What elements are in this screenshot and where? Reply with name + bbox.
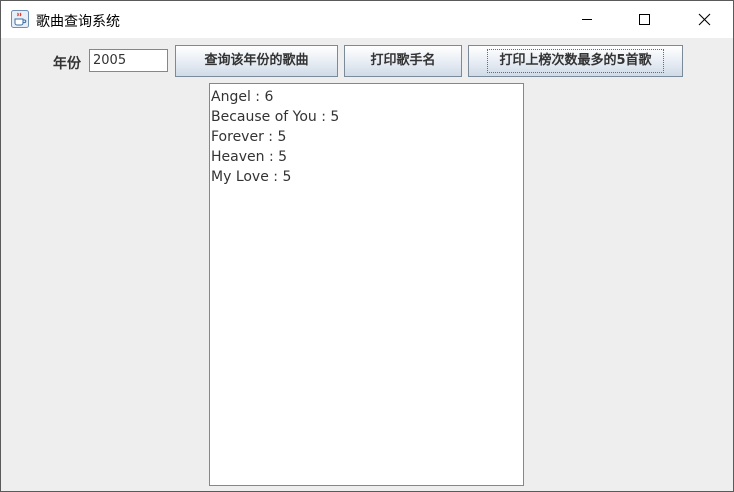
year-input[interactable] [89, 49, 168, 72]
result-line: Heaven : 5 [211, 149, 288, 165]
minimize-icon [582, 19, 592, 20]
close-icon [698, 13, 711, 26]
year-label: 年份 [53, 56, 81, 72]
query-year-songs-button[interactable]: 查询该年份的歌曲 [175, 45, 338, 77]
close-button[interactable] [681, 1, 727, 38]
java-coffee-cup-icon [11, 10, 29, 28]
minimize-button[interactable] [564, 1, 610, 38]
window-title: 歌曲查询系统 [36, 14, 120, 30]
result-line: Because of You : 5 [211, 109, 340, 125]
maximize-icon [639, 14, 650, 25]
print-top5-songs-label: 打印上榜次数最多的5首歌 [487, 49, 664, 73]
maximize-button[interactable] [621, 1, 667, 38]
title-bar[interactable]: 歌曲查询系统 [1, 1, 733, 38]
result-line: Angel : 6 [211, 89, 274, 105]
print-singers-button[interactable]: 打印歌手名 [344, 45, 462, 77]
result-line: My Love : 5 [211, 169, 292, 185]
results-text-area[interactable]: Angel : 6 Because of You : 5 Forever : 5… [209, 83, 524, 486]
app-window: 歌曲查询系统 年份 查询该年份的歌曲 打印歌手名 打印上榜次数最多的5首歌 An… [0, 0, 734, 492]
print-top5-songs-button[interactable]: 打印上榜次数最多的5首歌 [468, 45, 683, 77]
result-line: Forever : 5 [211, 129, 287, 145]
